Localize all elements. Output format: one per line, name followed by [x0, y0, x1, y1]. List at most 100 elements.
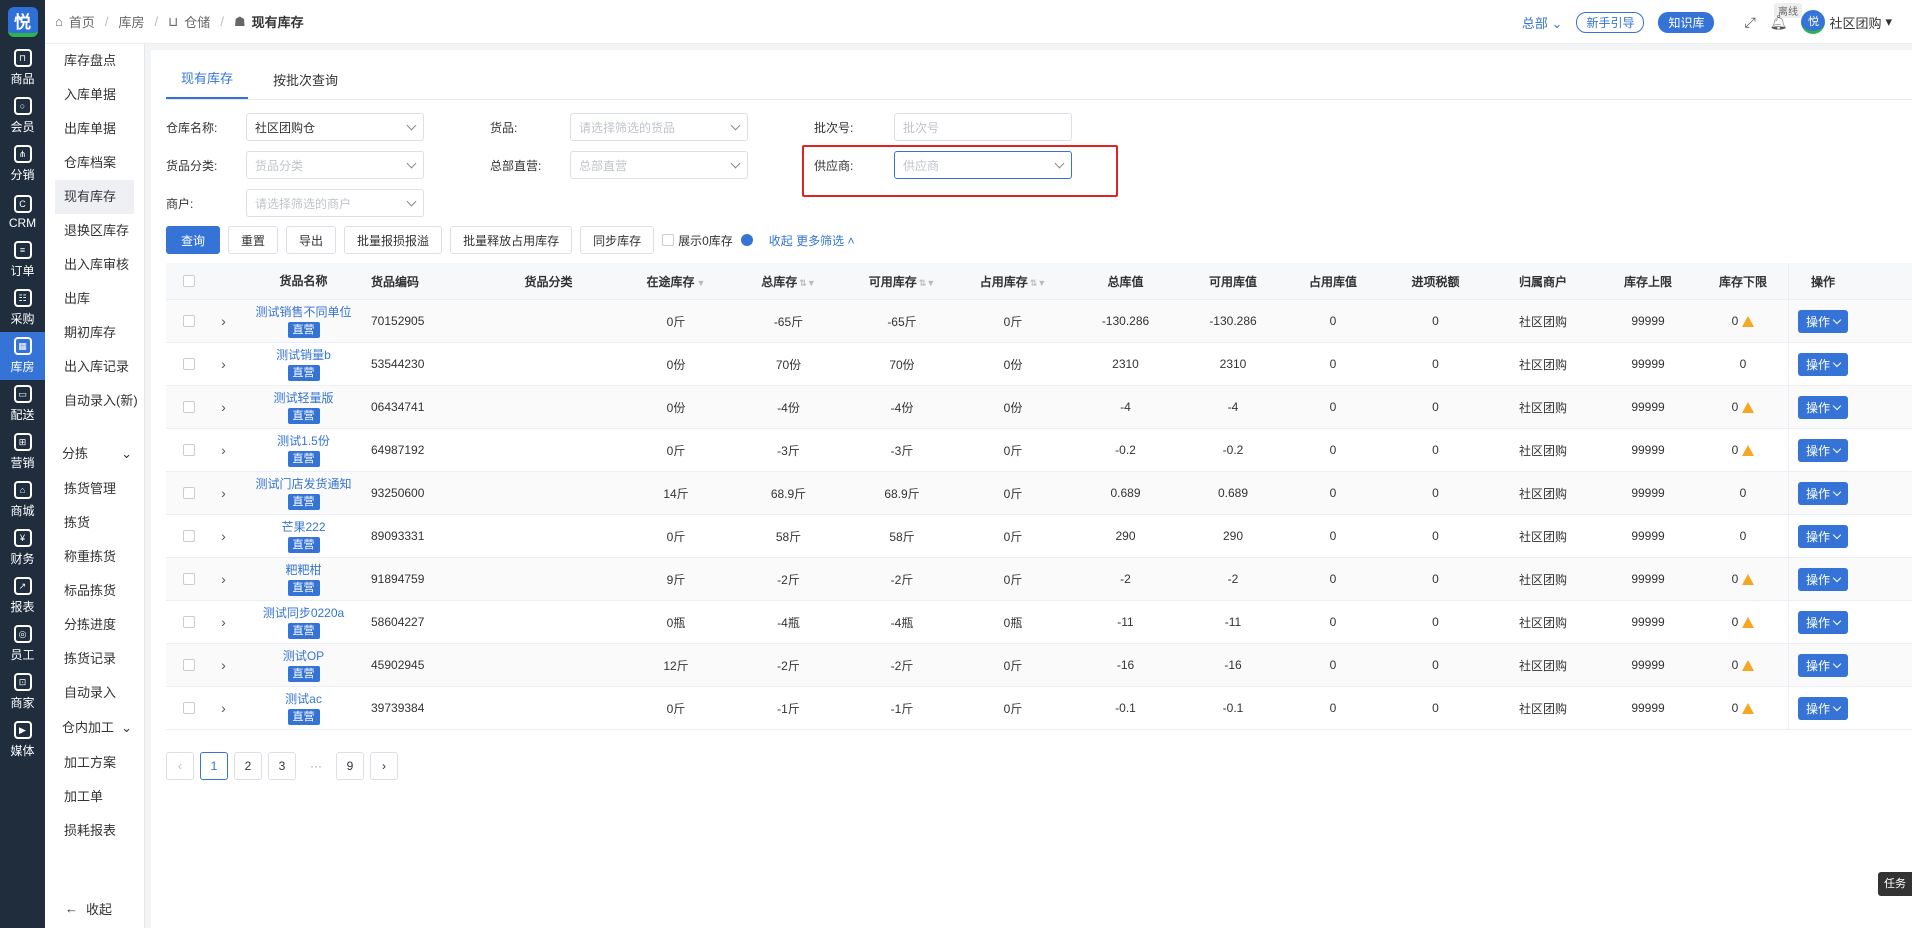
expand-row-icon[interactable]: ›	[211, 657, 236, 673]
row-checkbox[interactable]	[182, 659, 195, 671]
rail-item-12[interactable]: ◎ 员工	[0, 620, 45, 668]
submenu-processing-item-2[interactable]: 损耗报表	[45, 814, 144, 848]
row-checkbox[interactable]	[182, 616, 195, 628]
rail-item-10[interactable]: ¥ 财务	[0, 524, 45, 572]
rail-item-0[interactable]: ⊓ 商品	[0, 44, 45, 92]
row-checkbox[interactable]	[182, 530, 195, 542]
submenu-item-10[interactable]: 自动录入(新)	[45, 384, 144, 436]
knowledge-button[interactable]: 知识库	[1658, 11, 1715, 33]
goods-name-link[interactable]: 测试门店发货通知	[255, 476, 351, 492]
rail-item-13[interactable]: ⊡ 商家	[0, 668, 45, 716]
batch-input[interactable]: 批次号	[894, 113, 1072, 141]
expand-row-icon[interactable]: ›	[211, 442, 236, 458]
submenu-sorting-item-2[interactable]: 称重拣货	[45, 540, 144, 574]
fullscreen-icon[interactable]: ⤢	[1744, 14, 1755, 31]
merchant-select[interactable]: 请选择筛选的商户	[246, 189, 424, 217]
goods-name-link[interactable]: 粑粑柑	[285, 562, 321, 578]
next-page-button[interactable]: ›	[370, 752, 398, 780]
rail-item-7[interactable]: ▭ 配送	[0, 380, 45, 428]
row-action-button[interactable]: 操作	[1797, 653, 1848, 677]
row-action-button[interactable]: 操作	[1797, 567, 1848, 591]
select-all-checkbox[interactable]	[182, 275, 195, 287]
row-checkbox[interactable]	[182, 702, 195, 714]
submenu-processing-item-0[interactable]: 加工方案	[45, 746, 144, 780]
expand-row-icon[interactable]: ›	[211, 614, 236, 630]
row-action-button[interactable]: 操作	[1797, 309, 1848, 333]
goods-name-link[interactable]: 测试轻量版	[273, 390, 333, 406]
tab-current-stock[interactable]: 现有库存	[166, 68, 249, 99]
row-checkbox[interactable]	[182, 444, 195, 456]
page-button-0[interactable]: 1	[200, 752, 228, 780]
goods-name-link[interactable]: 测试OP	[283, 648, 324, 664]
row-action-button[interactable]: 操作	[1797, 524, 1848, 548]
submenu-item-3[interactable]: 仓库档案	[45, 146, 144, 180]
row-action-button[interactable]: 操作	[1797, 696, 1848, 720]
collapse-menu-button[interactable]: ← 收起	[65, 899, 112, 918]
goods-name-link[interactable]: 测试销量b	[276, 347, 331, 363]
page-button-4[interactable]: 9	[336, 752, 364, 780]
show-zero-toggle[interactable]: 展示0库存	[662, 232, 753, 249]
col-transit[interactable]: 在途库存 ▼	[621, 273, 731, 290]
submenu-group-processing[interactable]: 仓内加工 ⌄	[45, 710, 144, 746]
rail-item-2[interactable]: ⋔ 分销	[0, 140, 45, 188]
row-checkbox[interactable]	[182, 315, 195, 327]
app-logo[interactable]: 悦	[0, 0, 45, 44]
supplier-select[interactable]: 供应商	[894, 151, 1072, 179]
submenu-item-2[interactable]: 出库单据	[45, 112, 144, 146]
filter-icon[interactable]: ▼	[697, 278, 706, 288]
rail-item-6[interactable]: ▦ 库房	[0, 332, 45, 380]
show-zero-checkbox[interactable]	[662, 234, 675, 246]
goods-name-link[interactable]: 测试销售不同单位	[255, 304, 351, 320]
rail-item-8[interactable]: ⊞ 营销	[0, 428, 45, 476]
batch-loss-button[interactable]: 批量报损报溢	[344, 226, 443, 254]
bell-icon[interactable]: 🔔︎	[1770, 14, 1788, 31]
breadcrumb-home[interactable]: 首页	[69, 12, 95, 31]
row-checkbox[interactable]	[182, 401, 195, 413]
expand-row-icon[interactable]: ›	[211, 356, 236, 372]
page-button-2[interactable]: 3	[268, 752, 296, 780]
submenu-item-0[interactable]: 库存盘点	[45, 44, 144, 78]
page-button-1[interactable]: 2	[234, 752, 262, 780]
col-total[interactable]: 总库存 ⇅▼	[731, 273, 846, 290]
rail-item-9[interactable]: ⌂ 商城	[0, 476, 45, 524]
row-action-button[interactable]: 操作	[1797, 438, 1848, 462]
filter-toggle[interactable]: 收起 更多筛选 ˄	[769, 232, 855, 249]
breadcrumb-storage[interactable]: 仓储	[184, 12, 210, 31]
warehouse-select[interactable]: 社区团购仓	[246, 113, 424, 141]
prev-page-button[interactable]: ‹	[166, 752, 194, 780]
sync-stock-button[interactable]: 同步库存	[580, 226, 655, 254]
submenu-group-sorting[interactable]: 分拣 ⌄	[45, 436, 144, 472]
batch-release-button[interactable]: 批量释放占用库存	[450, 226, 573, 254]
submenu-processing-item-1[interactable]: 加工单	[45, 780, 144, 814]
more-filters-link[interactable]: 更多筛选	[796, 234, 844, 248]
expand-row-icon[interactable]: ›	[211, 399, 236, 415]
submenu-item-4[interactable]: 现有库存	[55, 180, 134, 214]
submenu-item-9[interactable]: 出入库记录	[45, 350, 144, 384]
goods-name-link[interactable]: 测试同步0220a	[263, 605, 344, 621]
goods-select[interactable]: 请选择筛选的货品	[570, 113, 748, 141]
submenu-sorting-item-3[interactable]: 标品拣货	[45, 574, 144, 608]
breadcrumb-warehouse[interactable]: 库房	[119, 12, 145, 31]
category-select[interactable]: 货品分类	[246, 151, 424, 179]
submenu-sorting-item-5[interactable]: 拣货记录	[45, 642, 144, 676]
submenu-item-5[interactable]: 退换区库存	[45, 214, 144, 248]
expand-row-icon[interactable]: ›	[211, 700, 236, 716]
rail-item-5[interactable]: ☷ 采购	[0, 284, 45, 332]
expand-row-icon[interactable]: ›	[211, 313, 236, 329]
rail-item-14[interactable]: ▶ 媒体	[0, 716, 45, 764]
col-occupied[interactable]: 占用库存 ⇅▼	[958, 273, 1068, 290]
row-action-button[interactable]: 操作	[1797, 395, 1848, 419]
row-action-button[interactable]: 操作	[1797, 610, 1848, 634]
collapse-link[interactable]: 收起	[769, 234, 793, 248]
submenu-sorting-item-0[interactable]: 拣货管理	[45, 472, 144, 506]
sort-icon[interactable]: ⇅▼	[799, 278, 815, 288]
goods-name-link[interactable]: 芒果222	[281, 519, 325, 535]
reset-button[interactable]: 重置	[228, 226, 279, 254]
rail-item-11[interactable]: ↗ 报表	[0, 572, 45, 620]
expand-row-icon[interactable]: ›	[211, 571, 236, 587]
submenu-sorting-item-1[interactable]: 拣货	[45, 506, 144, 540]
expand-row-icon[interactable]: ›	[211, 528, 236, 544]
hq-switch[interactable]: 总部 ⌄	[1522, 13, 1563, 32]
tab-batch-query[interactable]: 按批次查询	[258, 70, 353, 99]
submenu-sorting-item-6[interactable]: 自动录入	[45, 676, 144, 710]
